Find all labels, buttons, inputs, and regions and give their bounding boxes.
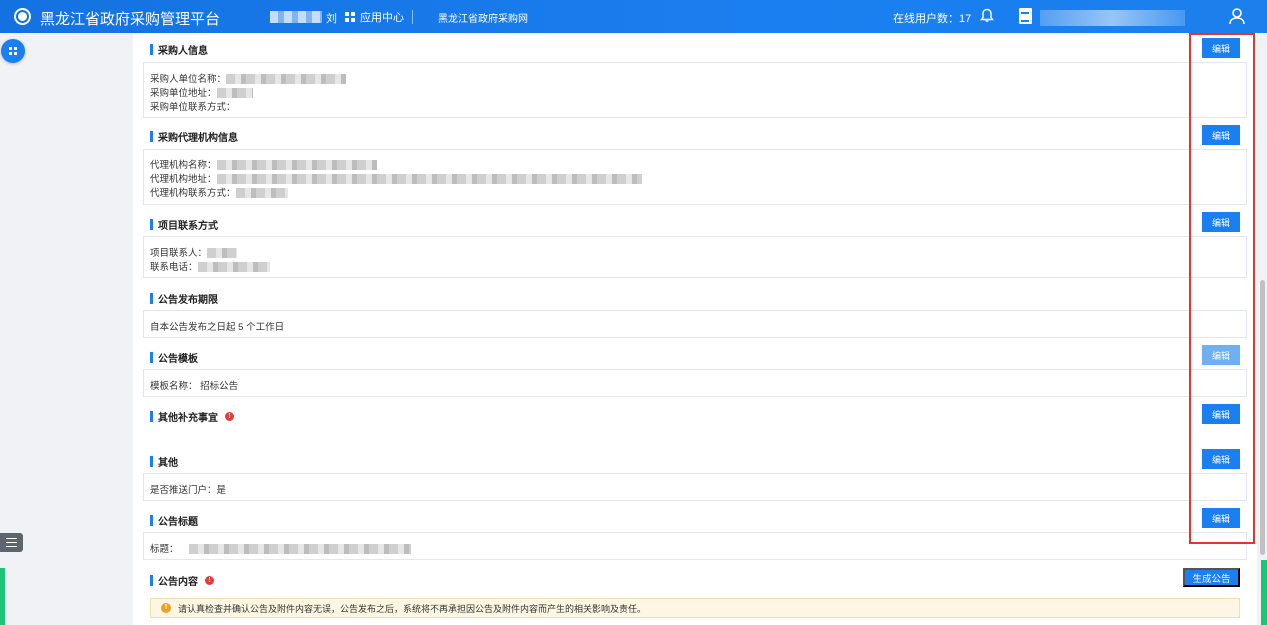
section-title-agency: 采购代理机构信息 bbox=[150, 129, 238, 144]
contact-box bbox=[143, 236, 1247, 278]
purchaser-contact-row: 采购单位联系方式： bbox=[150, 102, 236, 113]
portal-link[interactable]: 黑龙江省政府采购网 bbox=[438, 10, 528, 25]
section-title-supplement: 其他补充事宜 ! bbox=[150, 409, 234, 424]
purchaser-address-row: 采购单位地址： bbox=[150, 85, 253, 99]
period-box bbox=[143, 310, 1247, 338]
section-title-notice-title: 公告标题 bbox=[150, 513, 198, 528]
purchaser-name-row: 采购人单位名称： bbox=[150, 71, 347, 85]
other-box bbox=[143, 473, 1247, 501]
blurred-username bbox=[270, 11, 322, 23]
warning-icon: ! bbox=[225, 412, 234, 421]
document-icon[interactable] bbox=[1019, 8, 1032, 24]
template-name: 模板名称： 招标公告 bbox=[150, 381, 239, 392]
section-title-contact: 项目联系方式 bbox=[150, 217, 218, 232]
blurred-value bbox=[226, 74, 347, 85]
push-portal-text: 是否推送门户：是 bbox=[150, 485, 227, 496]
menu-grid-icon bbox=[9, 47, 17, 55]
blurred-value bbox=[188, 544, 411, 555]
contact-person-row: 项目联系人： bbox=[150, 245, 238, 259]
contact-phone-row: 联系电话： bbox=[150, 259, 270, 273]
notice-text: 请认真检查并确认公告及附件内容无误，公告发布之后，系统将不再承担因公告及附件内容… bbox=[178, 603, 647, 614]
section-title-other: 其他 bbox=[150, 454, 178, 469]
side-accent-left bbox=[0, 568, 5, 625]
blurred-value bbox=[216, 88, 253, 99]
online-users: 在线用户数：17 bbox=[893, 13, 972, 25]
period-text: 自本公告发布之日起 5 个工作日 bbox=[150, 322, 285, 333]
info-warning-icon: ! bbox=[161, 603, 171, 613]
section-title-template: 公告模板 bbox=[150, 350, 198, 365]
bell-icon[interactable] bbox=[980, 8, 994, 23]
section-title-period: 公告发布期限 bbox=[150, 291, 218, 306]
highlight-box bbox=[1189, 33, 1255, 544]
section-title-purchaser: 采购人信息 bbox=[150, 42, 208, 57]
agency-name-row: 代理机构名称： bbox=[150, 157, 377, 171]
blurred-value bbox=[207, 248, 238, 259]
side-accent-right bbox=[1261, 560, 1267, 625]
blurred-value bbox=[197, 262, 270, 273]
user-icon[interactable] bbox=[1228, 7, 1246, 25]
agency-contact-row: 代理机构联系方式： bbox=[150, 185, 288, 199]
generate-notice-button[interactable]: 生成公告 bbox=[1183, 568, 1240, 587]
top-bar: 黑龙江省政府采购管理平台 刘 应用中心 黑龙江省政府采购网 在线用户数：17 bbox=[0, 0, 1267, 33]
list-toggle-button[interactable] bbox=[0, 533, 23, 552]
scrollbar[interactable] bbox=[1260, 280, 1265, 555]
agency-address-row: 代理机构地址： bbox=[150, 171, 642, 185]
blurred-value bbox=[235, 188, 288, 199]
blurred-suffix: 刘 bbox=[326, 13, 337, 25]
list-icon bbox=[6, 538, 17, 547]
blurred-value bbox=[216, 160, 377, 171]
brand-title: 黑龙江省政府采购管理平台 bbox=[40, 11, 221, 28]
warning-icon: ! bbox=[205, 576, 214, 585]
template-box bbox=[143, 369, 1247, 397]
app-center-label: 应用中心 bbox=[360, 12, 404, 24]
content-notice: ! 请认真检查并确认公告及附件内容无误，公告发布之后，系统将不再承担因公告及附件… bbox=[150, 598, 1240, 618]
blurred-value bbox=[216, 174, 642, 185]
menu-grid-button[interactable] bbox=[1, 39, 25, 63]
section-title-content: 公告内容 ! bbox=[150, 573, 214, 588]
logo-icon bbox=[14, 8, 31, 25]
blurred-org-name bbox=[1040, 10, 1185, 26]
app-grid-icon bbox=[345, 12, 355, 22]
notice-title-row: 标题： bbox=[150, 541, 411, 555]
header-divider bbox=[412, 10, 413, 24]
app-center-link[interactable]: 应用中心 bbox=[345, 9, 404, 25]
